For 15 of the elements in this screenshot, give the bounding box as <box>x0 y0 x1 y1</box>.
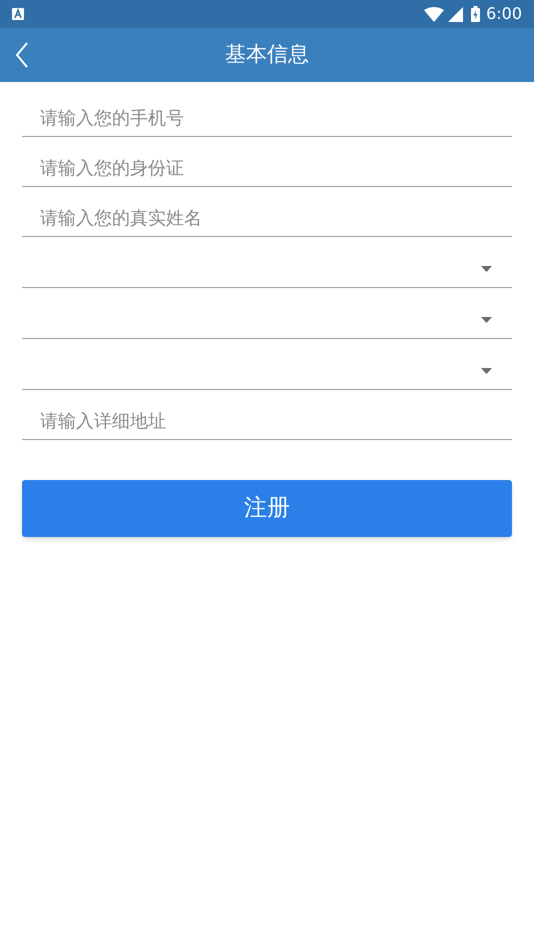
back-icon <box>15 42 29 68</box>
wifi-icon <box>424 6 444 22</box>
signal-icon <box>448 6 464 22</box>
dropdown-caret-icon <box>481 317 492 323</box>
status-time: 6:00 <box>486 3 522 25</box>
app-notification-icon <box>12 8 24 20</box>
input-field[interactable]: 请输入您的手机号 <box>22 87 512 137</box>
input-field[interactable]: 请输入您的身份证 <box>22 137 512 187</box>
battery-icon <box>471 6 480 22</box>
dropdown-caret-icon <box>481 368 492 374</box>
dropdown-caret-icon <box>481 266 492 272</box>
input-field[interactable]: 请输入详细地址 <box>22 390 512 440</box>
register-button[interactable]: 注册 <box>22 480 512 537</box>
page-title: 基本信息 <box>225 41 309 68</box>
input-field[interactable]: 请输入您的真实姓名 <box>22 187 512 237</box>
